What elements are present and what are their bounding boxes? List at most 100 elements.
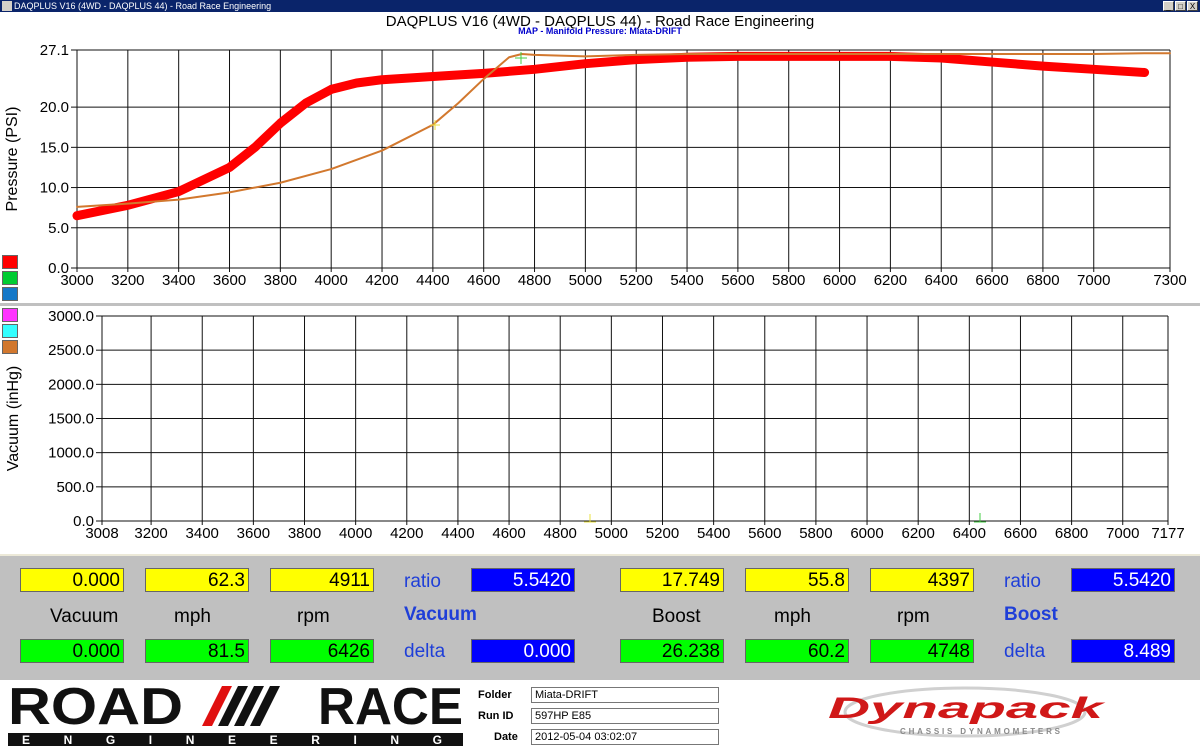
legend-swatch-cyan[interactable] (2, 324, 18, 338)
y-tick-label: 15.0 (40, 139, 69, 156)
folder-field[interactable]: Miata-DRIFT (531, 687, 719, 703)
vacuum-group-title: Vacuum (404, 604, 477, 625)
x-tick-label: 6000 (850, 525, 883, 542)
footer: ROAD RACE E N G I N E E R I N G Folder M… (0, 680, 1200, 750)
x-tick-label: 3600 (213, 272, 246, 289)
boost-mph-bottom: 60.2 (745, 639, 849, 663)
x-tick-label: 5800 (799, 525, 832, 542)
x-tick-label: 6800 (1026, 272, 1059, 289)
boost-label: Boost (652, 606, 701, 627)
x-tick-label: 3400 (186, 525, 219, 542)
y-tick-label: 27.1 (40, 42, 69, 59)
boost-mph-label: mph (774, 606, 811, 627)
vacuum-rpm-bottom: 6426 (270, 639, 374, 663)
vacuum-label: Vacuum (50, 606, 119, 627)
y-tick-label: 0.0 (73, 513, 94, 530)
app-icon (2, 1, 12, 11)
x-tick-label: 5600 (748, 525, 781, 542)
pressure-chart-panel: DAQPLUS V16 (4WD - DAQPLUS 44) - Road Ra… (0, 12, 1200, 303)
legend-swatch-red[interactable] (2, 255, 18, 269)
readout-panel: 0.000 62.3 4911 ratio 5.5420 Vacuum mph … (0, 556, 1200, 680)
vacuum-value-top: 0.000 (20, 568, 124, 592)
y-tick-label: 500.0 (56, 479, 94, 496)
x-tick-label: 6800 (1055, 525, 1088, 542)
x-tick-label: 5400 (670, 272, 703, 289)
x-tick-label: 3200 (134, 525, 167, 542)
boost-mph-top: 55.8 (745, 568, 849, 592)
date-field[interactable]: 2012-05-04 03:02:07 (531, 729, 719, 745)
boost-rpm-label: rpm (897, 606, 930, 627)
folder-label: Folder (478, 689, 512, 701)
x-tick-label: 5200 (646, 525, 679, 542)
run-id-label: Run ID (478, 710, 514, 722)
vacuum-rpm-top: 4911 (270, 568, 374, 592)
y-tick-label: 0.0 (48, 260, 69, 277)
y-tick-label: 20.0 (40, 99, 69, 116)
boost-delta-label: delta (1004, 641, 1046, 662)
x-tick-label: 4800 (518, 272, 551, 289)
boost-value-top: 17.749 (620, 568, 724, 592)
x-tick-label: 6600 (975, 272, 1008, 289)
x-tick-label: 3200 (111, 272, 144, 289)
x-tick-label: 3800 (288, 525, 321, 542)
vacuum-ratio-label: ratio (404, 571, 441, 592)
vacuum-chart: 3008 3200 3400 3600 3800 4000 4200 4400 4600 4800… (5, 308, 1185, 542)
y-axis-label: Pressure (PSI) (4, 107, 21, 212)
series-line-2 (76, 52, 1171, 208)
x-tick-label: 6200 (901, 525, 934, 542)
titlebar-text: DAQPLUS V16 (4WD - DAQPLUS 44) - Road Ra… (14, 1, 272, 11)
vacuum-value-bottom: 0.000 (20, 639, 124, 663)
x-tick-label: 7177 (1151, 525, 1184, 542)
x-tick-label: 7000 (1106, 525, 1139, 542)
x-tick-label: 6000 (823, 272, 856, 289)
boost-rpm-top: 4397 (870, 568, 974, 592)
legend-swatch-magenta[interactable] (2, 308, 18, 322)
vacuum-chart-panel: 3008 3200 3400 3600 3800 4000 4200 4400 4600 4800… (0, 306, 1200, 554)
y-tick-label: 3000.0 (48, 308, 94, 325)
y-tick-label: 1000.0 (48, 445, 94, 462)
x-tick-label: 6200 (874, 272, 907, 289)
vacuum-delta-value: 0.000 (471, 639, 575, 663)
x-tick-label: 7000 (1077, 272, 1110, 289)
run-id-field[interactable]: 597HP E85 (531, 708, 719, 724)
y-tick-label: 2000.0 (48, 376, 94, 393)
cursor-marker (430, 120, 440, 130)
window-titlebar: DAQPLUS V16 (4WD - DAQPLUS 44) - Road Ra… (0, 0, 1200, 12)
pressure-chart: 3000 3200 3400 3600 3800 4000 4200 4400 4600 4800… (4, 42, 1187, 289)
y-tick-label: 1500.0 (48, 411, 94, 428)
x-tick-label: 4400 (441, 525, 474, 542)
y-tick-label: 10.0 (40, 180, 69, 197)
x-tick-label: 4600 (467, 272, 500, 289)
legend-swatch-blue[interactable] (2, 287, 18, 301)
x-tick-label: 4600 (492, 525, 525, 542)
svg-text:ROAD: ROAD (8, 680, 183, 736)
vacuum-delta-label: delta (404, 641, 446, 662)
y-tick-label: 5.0 (48, 220, 69, 237)
minimize-button[interactable]: _ (1163, 1, 1174, 11)
date-label: Date (494, 731, 518, 743)
x-tick-label: 5800 (772, 272, 805, 289)
vacuum-ratio-value: 5.5420 (471, 568, 575, 592)
x-tick-label: 4200 (365, 272, 398, 289)
x-tick-label: 4800 (544, 525, 577, 542)
x-tick-label: 6600 (1004, 525, 1037, 542)
x-tick-label: 4400 (416, 272, 449, 289)
vacuum-mph-label: mph (174, 606, 211, 627)
vacuum-mph-top: 62.3 (145, 568, 249, 592)
svg-text:Dynapack: Dynapack (828, 692, 1106, 725)
legend-swatch-green[interactable] (2, 271, 18, 285)
x-tick-label: 4000 (339, 525, 372, 542)
boost-delta-value: 8.489 (1071, 639, 1175, 663)
vacuum-mph-bottom: 81.5 (145, 639, 249, 663)
svg-text:RACE: RACE (318, 680, 463, 736)
x-tick-label: 5200 (620, 272, 653, 289)
boost-value-bottom: 26.238 (620, 639, 724, 663)
x-tick-label: 5600 (721, 272, 754, 289)
y-tick-label: 2500.0 (48, 342, 94, 359)
maximize-button[interactable]: □ (1175, 1, 1186, 11)
legend-swatch-orange[interactable] (2, 340, 18, 354)
x-tick-label: 3800 (264, 272, 297, 289)
close-button[interactable]: X (1187, 1, 1198, 11)
x-tick-label: 4200 (390, 525, 423, 542)
boost-ratio-label: ratio (1004, 571, 1041, 592)
